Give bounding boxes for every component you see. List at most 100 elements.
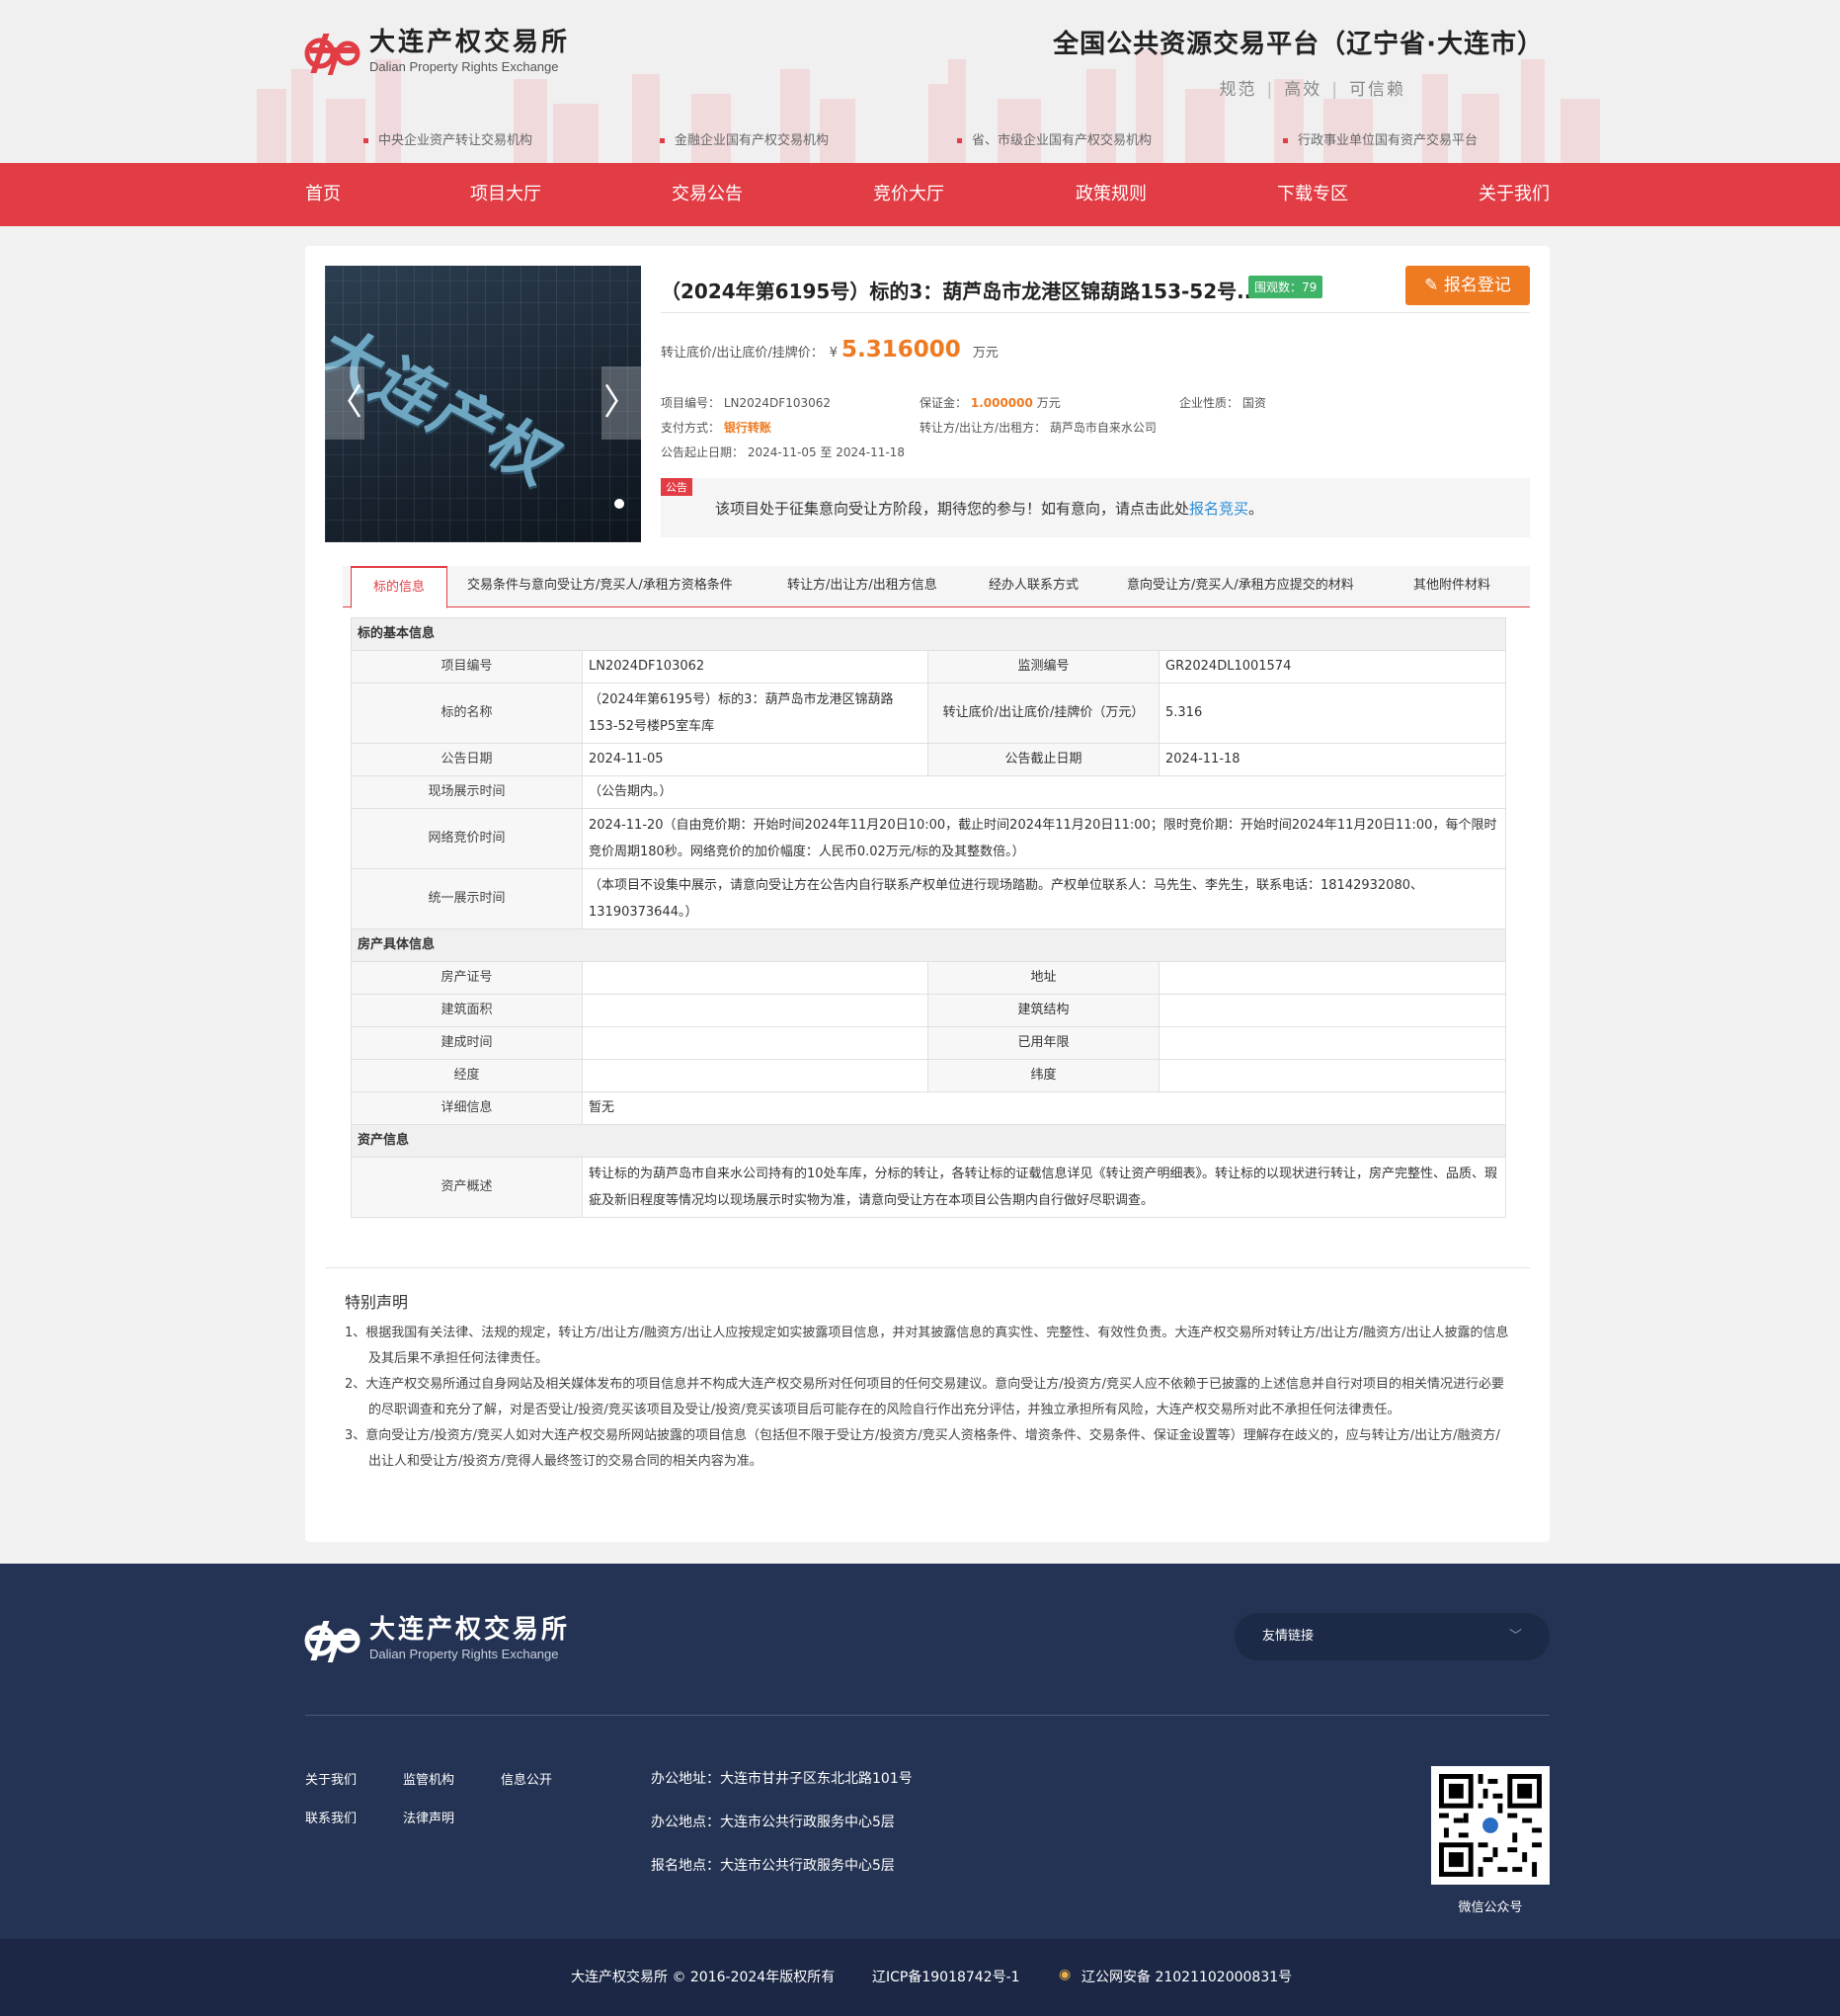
footer-link-contact[interactable]: 联系我们	[305, 1808, 357, 1826]
price-unit: 万元	[972, 346, 999, 361]
table-row: 标的名称 （2024年第6195号）标的3：葫芦岛市龙港区锦葫路153-52号楼…	[351, 683, 1506, 744]
header-link-central-enterprise[interactable]: 中央企业资产转让交易机构	[363, 129, 532, 148]
cell-value	[1159, 1026, 1506, 1060]
notice-box: 公告 该项目处于征集意向受让方阶段，期待您的参与！如有意向，请点击此处报名竞买。	[661, 478, 1530, 537]
dpe-logo-icon	[304, 34, 360, 75]
view-count-badge: 围观数：79	[1248, 276, 1323, 298]
footer-link-about[interactable]: 关于我们	[305, 1769, 357, 1788]
price-label: 转让底价/出让底价/挂牌价：	[661, 346, 824, 361]
icp-record-link[interactable]: 辽ICP备19018742号-1	[872, 1967, 1020, 1986]
footer-link-regulator[interactable]: 监管机构	[403, 1769, 454, 1788]
seller-label: 转让方/出让方/出租方：	[920, 421, 1047, 435]
cell-value	[1159, 1059, 1506, 1092]
carousel-next-icon[interactable]: 〉	[601, 366, 641, 440]
tab-trade-conditions[interactable]: 交易条件与意向受让方/竞买人/承租方资格条件	[467, 566, 733, 607]
tab-seller-info[interactable]: 转让方/出让方/出租方信息	[787, 566, 937, 607]
cell-label: 监测编号	[927, 650, 1160, 684]
cell-label: 建筑面积	[351, 994, 583, 1027]
footer-link-legal[interactable]: 法律声明	[403, 1808, 454, 1826]
logo-chinese-name: 大连产权交易所	[369, 28, 571, 57]
cell-label: 公告截止日期	[927, 743, 1160, 776]
table-row: 详细信息 暂无	[351, 1091, 1506, 1125]
statement-list: 1、根据我国有关法律、法规的规定，转让方/出让方/融资方/出让人应按规定如实披露…	[345, 1321, 1510, 1475]
deposit-value: 1.000000	[970, 396, 1033, 410]
notice-text: 该项目处于征集意向受让方阶段，期待您的参与！如有意向，请点击此处报名竞买。	[715, 498, 1263, 519]
cell-value	[1159, 961, 1506, 995]
project-code-value: LN2024DF103062	[723, 396, 831, 410]
nav-trade-notice[interactable]: 交易公告	[672, 163, 743, 226]
cell-label: 建筑结构	[927, 994, 1160, 1027]
meta-deposit: 保证金： 1.000000 万元	[920, 394, 1061, 411]
tab-other-attachments[interactable]: 其他附件材料	[1413, 566, 1490, 607]
meta-payment: 支付方式： 银行转账	[661, 419, 771, 436]
cell-value	[582, 961, 928, 995]
tab-target-info[interactable]: 标的信息	[351, 566, 447, 608]
friend-links-label: 友情链接	[1262, 1629, 1315, 1644]
section-basic-info: 标的基本信息	[351, 617, 1506, 651]
payment-label: 支付方式：	[661, 421, 721, 435]
carousel-prev-icon[interactable]: 〈	[325, 366, 364, 440]
cell-value: （2024年第6195号）标的3：葫芦岛市龙港区锦葫路153-52号楼P5室车库	[582, 683, 928, 744]
currency-symbol: ¥	[829, 346, 839, 361]
section-asset-info: 资产信息	[351, 1124, 1506, 1158]
price-row: 转让底价/出让底价/挂牌价： ¥5.316000 万元	[661, 337, 999, 363]
cell-label: 房产证号	[351, 961, 583, 995]
footer-office-address: 办公地址：大连市甘井子区东北北路101号	[651, 1771, 913, 1787]
meta-project-code: 项目编号： LN2024DF103062	[661, 394, 831, 411]
statement-item: 2、大连产权交易所通过自身网站及相关媒体发布的项目信息并不构成大连产权交易所对任…	[345, 1377, 1505, 1417]
tab-required-materials[interactable]: 意向受让方/竞买人/承租方应提交的材料	[1127, 566, 1354, 607]
table-row: 现场展示时间 （公告期内。）	[351, 775, 1506, 809]
carousel-dot[interactable]	[614, 499, 624, 509]
site-logo[interactable]: 大连产权交易所 Dalian Property Rights Exchange	[304, 26, 570, 77]
table-row: 经度 纬度	[351, 1059, 1506, 1092]
project-title: （2024年第6195号）标的3：葫芦岛市龙港区锦葫路153-52号...	[661, 280, 1259, 303]
payment-value: 银行转账	[723, 421, 771, 435]
nav-project-hall[interactable]: 项目大厅	[470, 163, 541, 226]
police-badge-icon: ◉	[1059, 1967, 1072, 1982]
nav-downloads[interactable]: 下载专区	[1277, 163, 1348, 226]
tab-contact[interactable]: 经办人联系方式	[989, 566, 1079, 607]
table-row: 建成时间 已用年限	[351, 1026, 1506, 1060]
nav-about-us[interactable]: 关于我们	[1479, 163, 1550, 226]
cell-label: 已用年限	[927, 1026, 1160, 1060]
signup-button[interactable]: ✎ 报名登记	[1405, 266, 1530, 305]
header-link-provincial-enterprise[interactable]: 省、市级企业国有产权交易机构	[957, 129, 1152, 148]
cell-label: 项目编号	[351, 650, 583, 684]
notice-period-label: 公告起止日期：	[661, 445, 745, 459]
cell-label: 网络竞价时间	[351, 808, 583, 869]
tag-trustworthy: 可信赖	[1349, 80, 1405, 100]
nav-bidding-hall[interactable]: 竞价大厅	[873, 163, 944, 226]
cell-value: 2024-11-20（自由竞价期：开始时间2024年11月20日10:00，截止…	[582, 808, 1506, 869]
footer-logo[interactable]: 大连产权交易所 Dalian Property Rights Exchange	[304, 1613, 570, 1664]
notice-bid-link[interactable]: 报名竞买	[1189, 500, 1248, 518]
nav-policy-rules[interactable]: 政策规则	[1076, 163, 1147, 226]
header-link-financial-enterprise[interactable]: 金融企业国有产权交易机构	[660, 129, 829, 148]
police-record-link[interactable]: 辽公网安备 21021102000831号	[1081, 1967, 1292, 1986]
table-row: 建筑面积 建筑结构	[351, 994, 1506, 1027]
tag-efficient: 高效	[1284, 80, 1322, 100]
statement-item: 3、意向受让方/投资方/竞买人如对大连产权交易所网站披露的项目信息（包括但不限于…	[345, 1428, 1500, 1469]
nature-value: 国资	[1241, 396, 1266, 410]
cell-value	[582, 994, 928, 1027]
nav-home[interactable]: 首页	[305, 163, 341, 226]
main-nav: 首页 项目大厅 交易公告 竞价大厅 政策规则 下载专区 关于我们	[0, 163, 1840, 226]
header-link-admin-unit[interactable]: 行政事业单位国有资产交易平台	[1283, 129, 1478, 148]
footer-logo-chinese-name: 大连产权交易所	[369, 1615, 571, 1645]
cell-label: 统一展示时间	[351, 868, 583, 929]
meta-enterprise-nature: 企业性质： 国资	[1179, 394, 1266, 411]
footer-signup-location: 报名地点：大连市公共行政服务中心5层	[651, 1858, 895, 1874]
copyright-bar: 大连产权交易所 © 2016-2024年版权所有 辽ICP备19018742号-…	[0, 1939, 1840, 2016]
section-title: 资产信息	[351, 1124, 1506, 1158]
gavel-icon: ✎	[1424, 276, 1439, 295]
cell-label: 详细信息	[351, 1091, 583, 1125]
notice-message: 该项目处于征集意向受让方阶段，期待您的参与！如有意向，请点击此处	[715, 500, 1190, 518]
table-row: 项目编号 LN2024DF103062 监测编号 GR2024DL1001574	[351, 650, 1506, 684]
target-info-table: 标的基本信息 项目编号 LN2024DF103062 监测编号 GR2024DL…	[351, 617, 1506, 1218]
cell-value: 转让标的为葫芦岛市自来水公司持有的10处车库，分标的转让，各转让标的证载信息详见…	[582, 1157, 1506, 1218]
footer-office-location: 办公地点：大连市公共行政服务中心5层	[651, 1814, 895, 1830]
friend-links-dropdown[interactable]: 友情链接 ﹀	[1235, 1613, 1550, 1660]
cell-value: LN2024DF103062	[582, 650, 928, 684]
footer-link-disclosure[interactable]: 信息公开	[501, 1769, 552, 1788]
statement-title: 特别声明	[345, 1293, 409, 1312]
qr-code-icon	[1439, 1774, 1542, 1877]
